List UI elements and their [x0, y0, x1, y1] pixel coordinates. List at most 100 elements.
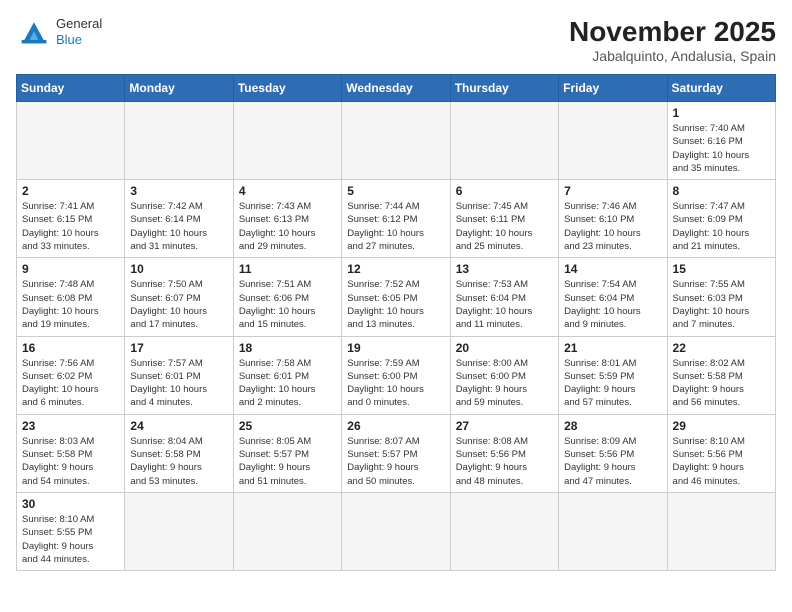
day-number: 5: [347, 184, 444, 198]
calendar-day-cell: 28 Sunrise: 8:09 AM Sunset: 5:56 PM Dayli…: [559, 414, 667, 492]
calendar-week-row: 30 Sunrise: 8:10 AM Sunset: 5:55 PM Dayli…: [17, 492, 776, 570]
calendar-day-cell: 22Sunrise: 8:02 AM Sunset: 5:58 PM Dayli…: [667, 336, 775, 414]
weekday-header-row: SundayMondayTuesdayWednesdayThursdayFrid…: [17, 75, 776, 102]
day-info: Sunrise: 8:03 AM Sunset: 5:58 PM Dayligh…: [22, 435, 119, 488]
day-number: 20: [456, 341, 553, 355]
day-number: 10: [130, 262, 227, 276]
day-info: Sunrise: 7:43 AM Sunset: 6:13 PM Dayligh…: [239, 200, 336, 253]
day-number: 7: [564, 184, 661, 198]
day-number: 25: [239, 419, 336, 433]
calendar-day-cell: 14 Sunrise: 7:54 AM Sunset: 6:04 PM Dayli…: [559, 258, 667, 336]
day-number: 14: [564, 262, 661, 276]
day-info: Sunrise: 7:40 AM Sunset: 6:16 PM Dayligh…: [673, 122, 770, 175]
calendar-day-cell: 30 Sunrise: 8:10 AM Sunset: 5:55 PM Dayli…: [17, 492, 125, 570]
calendar-day-cell: 11 Sunrise: 7:51 AM Sunset: 6:06 PM Dayli…: [233, 258, 341, 336]
calendar-day-cell: [342, 102, 450, 180]
calendar-day-cell: 29 Sunrise: 8:10 AM Sunset: 5:56 PM Dayli…: [667, 414, 775, 492]
day-number: 1: [673, 106, 770, 120]
day-number: 4: [239, 184, 336, 198]
day-number: 29: [673, 419, 770, 433]
day-info: Sunrise: 7:47 AM Sunset: 6:09 PM Dayligh…: [673, 200, 770, 253]
day-number: 13: [456, 262, 553, 276]
day-info: Sunrise: 8:01 AM Sunset: 5:59 PM Dayligh…: [564, 357, 661, 410]
day-info: Sunrise: 7:42 AM Sunset: 6:14 PM Dayligh…: [130, 200, 227, 253]
day-info: Sunrise: 8:07 AM Sunset: 5:57 PM Dayligh…: [347, 435, 444, 488]
calendar-day-cell: 7Sunrise: 7:46 AM Sunset: 6:10 PM Daylig…: [559, 180, 667, 258]
day-number: 6: [456, 184, 553, 198]
title-area: November 2025 Jabalquinto, Andalusia, Sp…: [569, 16, 776, 64]
location: Jabalquinto, Andalusia, Spain: [569, 48, 776, 64]
day-number: 23: [22, 419, 119, 433]
calendar-day-cell: 5 Sunrise: 7:44 AM Sunset: 6:12 PM Daylig…: [342, 180, 450, 258]
day-number: 21: [564, 341, 661, 355]
day-number: 11: [239, 262, 336, 276]
day-number: 27: [456, 419, 553, 433]
calendar-day-cell: [233, 492, 341, 570]
day-info: Sunrise: 7:55 AM Sunset: 6:03 PM Dayligh…: [673, 278, 770, 331]
logo-icon: [16, 17, 52, 47]
calendar-day-cell: 4 Sunrise: 7:43 AM Sunset: 6:13 PM Daylig…: [233, 180, 341, 258]
calendar-day-cell: 8 Sunrise: 7:47 AM Sunset: 6:09 PM Daylig…: [667, 180, 775, 258]
calendar-day-cell: 16Sunrise: 7:56 AM Sunset: 6:02 PM Dayli…: [17, 336, 125, 414]
calendar-day-cell: [559, 102, 667, 180]
day-number: 24: [130, 419, 227, 433]
day-number: 18: [239, 341, 336, 355]
calendar-day-cell: 24 Sunrise: 8:04 AM Sunset: 5:58 PM Dayli…: [125, 414, 233, 492]
day-number: 28: [564, 419, 661, 433]
day-number: 8: [673, 184, 770, 198]
calendar-day-cell: 17Sunrise: 7:57 AM Sunset: 6:01 PM Dayli…: [125, 336, 233, 414]
day-info: Sunrise: 7:44 AM Sunset: 6:12 PM Dayligh…: [347, 200, 444, 253]
weekday-header-sunday: Sunday: [17, 75, 125, 102]
calendar-day-cell: 25Sunrise: 8:05 AM Sunset: 5:57 PM Dayli…: [233, 414, 341, 492]
day-info: Sunrise: 7:50 AM Sunset: 6:07 PM Dayligh…: [130, 278, 227, 331]
calendar-day-cell: 27 Sunrise: 8:08 AM Sunset: 5:56 PM Dayli…: [450, 414, 558, 492]
calendar-day-cell: [559, 492, 667, 570]
day-info: Sunrise: 7:48 AM Sunset: 6:08 PM Dayligh…: [22, 278, 119, 331]
day-info: Sunrise: 8:09 AM Sunset: 5:56 PM Dayligh…: [564, 435, 661, 488]
calendar-day-cell: [125, 102, 233, 180]
day-info: Sunrise: 7:59 AM Sunset: 6:00 PM Dayligh…: [347, 357, 444, 410]
calendar-week-row: 1 Sunrise: 7:40 AM Sunset: 6:16 PM Daylig…: [17, 102, 776, 180]
calendar-day-cell: [342, 492, 450, 570]
month-year: November 2025: [569, 16, 776, 48]
weekday-header-friday: Friday: [559, 75, 667, 102]
calendar-day-cell: 20Sunrise: 8:00 AM Sunset: 6:00 PM Dayli…: [450, 336, 558, 414]
calendar-day-cell: 1 Sunrise: 7:40 AM Sunset: 6:16 PM Daylig…: [667, 102, 775, 180]
day-info: Sunrise: 7:56 AM Sunset: 6:02 PM Dayligh…: [22, 357, 119, 410]
calendar-day-cell: 12Sunrise: 7:52 AM Sunset: 6:05 PM Dayli…: [342, 258, 450, 336]
weekday-header-monday: Monday: [125, 75, 233, 102]
calendar-day-cell: [450, 102, 558, 180]
day-info: Sunrise: 8:10 AM Sunset: 5:56 PM Dayligh…: [673, 435, 770, 488]
day-info: Sunrise: 7:51 AM Sunset: 6:06 PM Dayligh…: [239, 278, 336, 331]
calendar-day-cell: 13 Sunrise: 7:53 AM Sunset: 6:04 PM Dayli…: [450, 258, 558, 336]
calendar-day-cell: [125, 492, 233, 570]
day-info: Sunrise: 8:10 AM Sunset: 5:55 PM Dayligh…: [22, 513, 119, 566]
day-info: Sunrise: 7:53 AM Sunset: 6:04 PM Dayligh…: [456, 278, 553, 331]
calendar-day-cell: 21 Sunrise: 8:01 AM Sunset: 5:59 PM Dayli…: [559, 336, 667, 414]
day-info: Sunrise: 7:54 AM Sunset: 6:04 PM Dayligh…: [564, 278, 661, 331]
day-info: Sunrise: 8:02 AM Sunset: 5:58 PM Dayligh…: [673, 357, 770, 410]
calendar-day-cell: [17, 102, 125, 180]
day-info: Sunrise: 8:08 AM Sunset: 5:56 PM Dayligh…: [456, 435, 553, 488]
day-info: Sunrise: 7:52 AM Sunset: 6:05 PM Dayligh…: [347, 278, 444, 331]
calendar-week-row: 23 Sunrise: 8:03 AM Sunset: 5:58 PM Dayli…: [17, 414, 776, 492]
day-info: Sunrise: 7:41 AM Sunset: 6:15 PM Dayligh…: [22, 200, 119, 253]
day-info: Sunrise: 7:57 AM Sunset: 6:01 PM Dayligh…: [130, 357, 227, 410]
day-number: 3: [130, 184, 227, 198]
calendar-day-cell: 2 Sunrise: 7:41 AM Sunset: 6:15 PM Daylig…: [17, 180, 125, 258]
logo: General Blue: [16, 16, 102, 47]
calendar-day-cell: 15Sunrise: 7:55 AM Sunset: 6:03 PM Dayli…: [667, 258, 775, 336]
logo-text: General Blue: [56, 16, 102, 47]
day-info: Sunrise: 8:04 AM Sunset: 5:58 PM Dayligh…: [130, 435, 227, 488]
day-number: 2: [22, 184, 119, 198]
weekday-header-thursday: Thursday: [450, 75, 558, 102]
day-info: Sunrise: 7:58 AM Sunset: 6:01 PM Dayligh…: [239, 357, 336, 410]
calendar-day-cell: 23 Sunrise: 8:03 AM Sunset: 5:58 PM Dayli…: [17, 414, 125, 492]
calendar-day-cell: 18 Sunrise: 7:58 AM Sunset: 6:01 PM Dayli…: [233, 336, 341, 414]
calendar-week-row: 16Sunrise: 7:56 AM Sunset: 6:02 PM Dayli…: [17, 336, 776, 414]
calendar-week-row: 2 Sunrise: 7:41 AM Sunset: 6:15 PM Daylig…: [17, 180, 776, 258]
calendar-day-cell: 26Sunrise: 8:07 AM Sunset: 5:57 PM Dayli…: [342, 414, 450, 492]
weekday-header-tuesday: Tuesday: [233, 75, 341, 102]
day-number: 19: [347, 341, 444, 355]
day-number: 30: [22, 497, 119, 511]
